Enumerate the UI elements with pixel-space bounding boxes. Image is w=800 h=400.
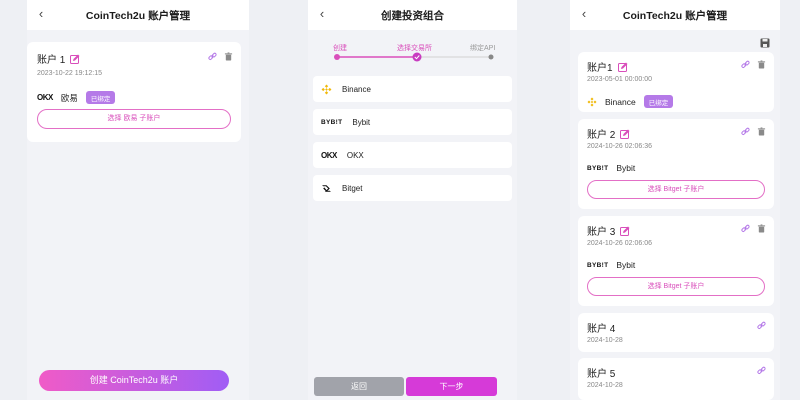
select-subaccount-button[interactable]: 选择 Bitget 子账户 [587, 180, 765, 199]
account-timestamp: 2024-10-26 02:06:36 [587, 143, 652, 150]
account-name: 账户 2 [587, 130, 616, 141]
card-tools [208, 52, 233, 61]
card-tools [741, 127, 766, 136]
account-card: 账户1 2023-05-01 00:00:00 Binance 已绑定 [578, 52, 774, 112]
exchange-name: Binance [342, 84, 371, 94]
save-icon[interactable] [760, 38, 770, 48]
account-card: 账户 3 2024-10-26 02:06:06 BYB!T Bybit 选择 … [578, 216, 774, 306]
header: ‹ CoinTech2u 账户管理 [27, 0, 249, 30]
account-timestamp: 2024-10-28 [587, 337, 623, 344]
back-arrow-icon[interactable]: ‹ [315, 7, 329, 21]
step-track [334, 52, 494, 62]
account-card: 账户 4 2024-10-28 [578, 313, 774, 352]
link-icon[interactable] [208, 52, 217, 61]
account-name: 账户 3 [587, 227, 616, 238]
account-card: 账户 2 2024-10-26 02:06:36 BYB!T Bybit 选择 … [578, 119, 774, 209]
edit-icon[interactable] [620, 226, 630, 236]
exchange-name: Binance [605, 96, 636, 107]
edit-icon[interactable] [70, 54, 80, 64]
back-button[interactable]: 返回 [314, 377, 404, 396]
account-management-screen-2: ‹ CoinTech2u 账户管理 账户1 2023-05-01 00:00:0… [570, 0, 780, 400]
header: ‹ 创建投资组合 [308, 0, 517, 30]
card-tools [757, 366, 766, 375]
page-title: CoinTech2u 账户管理 [622, 9, 728, 22]
exchange-name: 欧易 [60, 92, 78, 103]
exchange-option-okx[interactable]: OKX OKX [313, 142, 512, 168]
page-title: CoinTech2u 账户管理 [85, 9, 191, 22]
exchange-row: Binance 已绑定 [587, 95, 674, 108]
account-title: 账户 5 [587, 365, 615, 380]
create-account-button[interactable]: 创建 CoinTech2u 账户 [39, 370, 229, 391]
account-name: 账户1 [587, 63, 613, 74]
account-title: 账户1 [587, 59, 628, 74]
next-button[interactable]: 下一步 [406, 377, 497, 396]
exchange-option-bitget[interactable]: Bitget [313, 175, 512, 201]
bybit-logo: BYB!T [587, 164, 609, 172]
account-timestamp: 2023-10-22 19:12:15 [37, 70, 102, 77]
trash-icon[interactable] [757, 224, 766, 233]
trash-icon[interactable] [757, 60, 766, 69]
account-name: 账户 1 [37, 55, 66, 66]
exchange-name: OKX [346, 150, 364, 160]
card-tools [741, 60, 766, 69]
exchange-name: Bybit [616, 260, 636, 270]
step-dot-2 [412, 52, 422, 62]
account-title: 账户 1 [37, 51, 80, 66]
card-tools [757, 321, 766, 330]
okx-logo: OKX [321, 150, 337, 160]
back-arrow-icon[interactable]: ‹ [34, 7, 48, 21]
status-badge: 已绑定 [643, 95, 674, 108]
account-title: 账户 4 [587, 320, 615, 335]
account-name: 账户 5 [587, 369, 616, 380]
edit-icon[interactable] [617, 62, 628, 72]
binance-icon [321, 84, 332, 94]
step-dot-3 [488, 54, 494, 60]
exchange-name: Bybit [352, 117, 371, 127]
account-name: 账户 4 [587, 324, 616, 335]
trash-icon[interactable] [224, 52, 233, 61]
account-title: 账户 2 [587, 126, 630, 141]
select-subaccount-button[interactable]: 选择 Bitget 子账户 [587, 277, 765, 296]
link-icon[interactable] [757, 321, 766, 330]
account-card: 账户 5 2024-10-28 [578, 358, 774, 400]
bitget-icon [322, 184, 331, 192]
page-title: 创建投资组合 [381, 9, 444, 22]
okx-logo: OKX [37, 93, 53, 102]
account-timestamp: 2024-10-26 02:06:06 [587, 240, 652, 247]
step-progress: 创建 选择交易所 绑定API [308, 40, 517, 70]
exchange-option-binance[interactable]: Binance [313, 76, 512, 102]
link-icon[interactable] [757, 366, 766, 375]
exchange-row: BYB!T Bybit [587, 260, 635, 270]
card-tools [741, 224, 766, 233]
account-management-screen-1: ‹ CoinTech2u 账户管理 账户 1 2023-10-22 19:12:… [27, 0, 249, 400]
exchange-name: Bybit [616, 163, 636, 173]
exchange-row: BYB!T Bybit [587, 163, 635, 173]
exchange-option-bybit[interactable]: BYB!T Bybit [313, 109, 512, 135]
bybit-logo: BYB!T [321, 118, 343, 126]
link-icon[interactable] [741, 224, 750, 233]
select-subaccount-button[interactable]: 选择 欧易 子账户 [37, 109, 231, 129]
exchange-row: OKX 欧易 已绑定 [37, 91, 116, 104]
trash-icon[interactable] [757, 127, 766, 136]
account-timestamp: 2023-05-01 00:00:00 [587, 76, 652, 83]
bybit-logo: BYB!T [587, 261, 609, 269]
binance-icon [587, 97, 597, 106]
step-dot-1 [334, 54, 340, 60]
header: ‹ CoinTech2u 账户管理 [570, 0, 780, 30]
back-arrow-icon[interactable]: ‹ [577, 7, 591, 21]
edit-icon[interactable] [620, 129, 630, 139]
link-icon[interactable] [741, 60, 750, 69]
link-icon[interactable] [741, 127, 750, 136]
account-timestamp: 2024-10-28 [587, 382, 623, 389]
status-badge: 已绑定 [85, 91, 116, 104]
exchange-name: Bitget [342, 183, 363, 193]
create-portfolio-screen: ‹ 创建投资组合 创建 选择交易所 绑定API Binance BYB!T By… [308, 0, 517, 400]
account-card: 账户 1 2023-10-22 19:12:15 OKX 欧易 已绑定 选择 欧… [27, 42, 241, 142]
account-title: 账户 3 [587, 223, 630, 238]
